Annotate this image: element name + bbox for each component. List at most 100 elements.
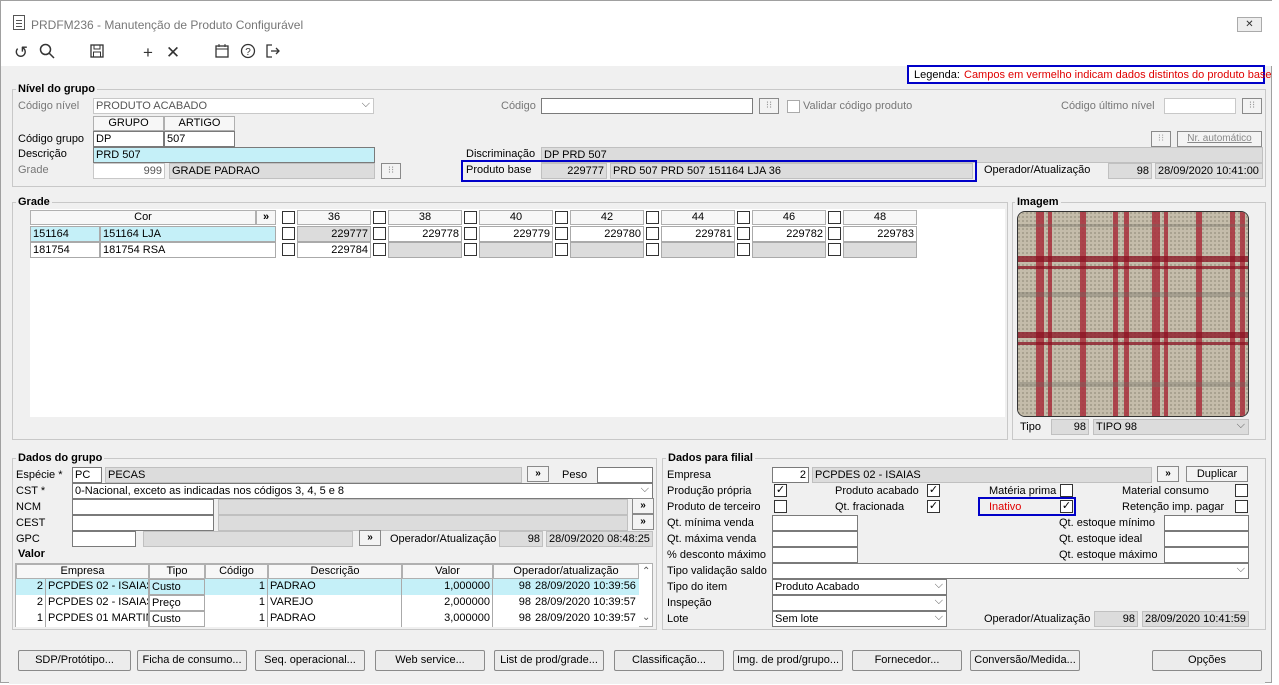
valor-scrollbar[interactable]: ⌃ ⌄ (640, 564, 652, 626)
size-column-checkbox[interactable] (828, 211, 841, 224)
valor-descricao[interactable]: VAREJO (268, 595, 402, 611)
especie-code-input[interactable]: PC (72, 467, 102, 483)
valor-empresa-name[interactable]: PCPDES 02 - ISAIAS (46, 579, 149, 595)
size-cell-value[interactable] (479, 242, 553, 258)
grade-lookup-button[interactable]: ⁝⁝ (381, 163, 401, 179)
valor-tipo[interactable]: Custo (149, 611, 205, 627)
size-cell-value[interactable]: 229780 (570, 226, 644, 242)
save-icon[interactable] (87, 43, 107, 63)
gpc-lookup-button[interactable]: » (359, 530, 381, 546)
ncm-input[interactable] (72, 499, 214, 515)
search-icon[interactable] (37, 43, 57, 63)
size-cell-value[interactable] (388, 242, 462, 258)
conversao-medida-button[interactable]: Conversão/Medida... (970, 650, 1080, 671)
help-icon[interactable]: ? (238, 43, 258, 63)
size-column-checkbox[interactable] (373, 211, 386, 224)
qt-max-venda-input[interactable] (772, 531, 858, 547)
valor-descricao[interactable]: PADRAO (268, 611, 402, 627)
lote-select[interactable]: Sem lote (772, 611, 947, 627)
valor-operador[interactable]: 98 (493, 579, 533, 595)
size-cell-value[interactable] (570, 242, 644, 258)
size-cell-value[interactable]: 229783 (843, 226, 917, 242)
size-cell-checkbox[interactable] (828, 227, 841, 240)
tipo-item-select[interactable]: Produto Acabado (772, 579, 947, 595)
ficha-consumo-button[interactable]: Ficha de consumo... (137, 650, 247, 671)
grade-row-code[interactable]: 181754 (30, 242, 100, 258)
undo-icon[interactable]: ↺ (11, 43, 31, 63)
cest-input[interactable] (72, 515, 214, 531)
size-cell-value[interactable]: 229781 (661, 226, 735, 242)
exit-icon[interactable] (263, 43, 283, 63)
valor-empresa-num[interactable]: 2 (16, 579, 46, 595)
seq-operacional-button[interactable]: Seq. operacional... (255, 650, 365, 671)
add-icon[interactable]: + (138, 43, 158, 63)
size-cell-checkbox[interactable] (373, 227, 386, 240)
size-cell-value[interactable]: 229778 (388, 226, 462, 242)
valor-tipo[interactable]: Custo (149, 579, 205, 595)
producao-propria-checkbox[interactable]: ✓ (774, 484, 787, 497)
grade-num-input[interactable]: 999 (93, 163, 165, 179)
valor-empresa-num[interactable]: 2 (16, 595, 46, 611)
codigo-nivel-select[interactable]: PRODUTO ACABADO (93, 98, 374, 114)
size-cell-checkbox[interactable] (464, 243, 477, 256)
codigo-ultimo-lookup-button[interactable]: ⁝⁝ (1242, 98, 1262, 114)
produto-terceiro-checkbox[interactable] (774, 500, 787, 513)
imagem-tipo-select[interactable]: TIPO 98 (1093, 419, 1249, 435)
size-column-checkbox[interactable] (737, 211, 750, 224)
duplicar-button[interactable]: Duplicar (1186, 466, 1248, 482)
especie-lookup-button[interactable]: » (527, 466, 549, 482)
opcoes-button[interactable]: Opções (1152, 650, 1262, 671)
expand-columns-button[interactable]: » (256, 210, 276, 225)
filial-empresa-lookup-button[interactable]: » (1157, 466, 1179, 482)
size-cell-checkbox[interactable] (646, 243, 659, 256)
inspecao-select[interactable] (772, 595, 947, 611)
qt-est-ideal-input[interactable] (1164, 531, 1249, 547)
img-prod-grupo-button[interactable]: Img. de prod/grupo... (733, 650, 843, 671)
valor-codigo[interactable]: 1 (205, 579, 268, 595)
valor-date[interactable]: 28/09/2020 10:39:56 (533, 579, 639, 595)
desconto-max-input[interactable] (772, 547, 858, 563)
materia-prima-checkbox[interactable] (1060, 484, 1073, 497)
valor-valor[interactable]: 2,000000 (402, 595, 493, 611)
size-cell-value[interactable] (843, 242, 917, 258)
size-cell-checkbox[interactable] (737, 243, 750, 256)
peso-input[interactable] (597, 467, 653, 483)
classificacao-button[interactable]: Classificação... (614, 650, 724, 671)
close-button[interactable]: ✕ (1237, 17, 1262, 32)
qt-est-min-input[interactable] (1164, 515, 1249, 531)
cst-select[interactable]: 0-Nacional, exceto as indicadas nos códi… (72, 483, 653, 499)
size-cell-checkbox[interactable] (828, 243, 841, 256)
size-cell-checkbox[interactable] (373, 243, 386, 256)
inativo-checkbox[interactable]: ✓ (1060, 500, 1073, 513)
size-cell-checkbox[interactable] (646, 227, 659, 240)
grade-row-name[interactable]: 151164 LJA (100, 226, 276, 242)
size-cell-value[interactable]: 229779 (479, 226, 553, 242)
size-cell-value[interactable]: 229777 (297, 226, 371, 242)
grupo-input[interactable]: DP (93, 131, 164, 147)
nr-automatico-button[interactable]: Nr. automático (1177, 131, 1262, 147)
size-cell-checkbox[interactable] (464, 227, 477, 240)
valor-empresa-name[interactable]: PCPDES 02 - ISAIAS (46, 595, 149, 611)
valor-date[interactable]: 28/09/2020 10:39:57 (533, 595, 639, 611)
valor-codigo[interactable]: 1 (205, 595, 268, 611)
ncm-lookup-button[interactable]: » (632, 498, 654, 514)
retencao-checkbox[interactable] (1235, 500, 1248, 513)
valor-valor[interactable]: 3,000000 (402, 611, 493, 627)
sdp-prototipo-button[interactable]: SDP/Protótipo... (18, 650, 131, 671)
size-cell-checkbox[interactable] (555, 243, 568, 256)
size-column-checkbox[interactable] (646, 211, 659, 224)
codigo-lookup-button[interactable]: ⁝⁝ (759, 98, 779, 114)
material-consumo-checkbox[interactable] (1235, 484, 1248, 497)
calendar-icon[interactable] (212, 43, 232, 63)
validar-checkbox[interactable] (787, 100, 800, 113)
fornecedor-button[interactable]: Fornecedor... (852, 650, 962, 671)
size-cell-checkbox[interactable] (282, 243, 295, 256)
valor-operador[interactable]: 98 (493, 595, 533, 611)
valor-descricao[interactable]: PADRAO (268, 579, 402, 595)
nr-auto-lookup-button[interactable]: ⁝⁝ (1151, 131, 1171, 147)
qt-min-venda-input[interactable] (772, 515, 858, 531)
valor-date[interactable]: 28/09/2020 10:39:57 (533, 611, 639, 627)
grade-row-code[interactable]: 151164 (30, 226, 100, 242)
size-cell-value[interactable] (661, 242, 735, 258)
size-cell-checkbox[interactable] (282, 227, 295, 240)
